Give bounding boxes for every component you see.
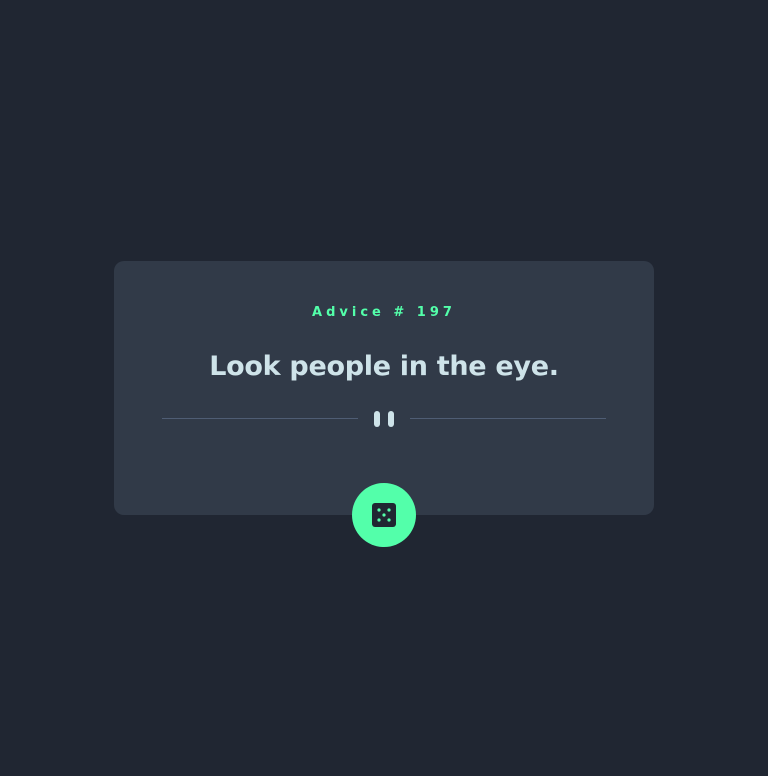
pause-divider-icon: [374, 411, 394, 427]
advice-id-label: Advice # 197: [312, 305, 456, 320]
pattern-divider: [162, 411, 606, 427]
pause-bar-right: [388, 411, 394, 427]
pause-bar-left: [374, 411, 380, 427]
divider-line-right: [410, 418, 606, 419]
dice-icon: [372, 503, 396, 527]
advice-card: Advice # 197 Look people in the eye.: [114, 261, 654, 515]
generate-advice-button[interactable]: [352, 483, 416, 547]
advice-quote: Look people in the eye.: [209, 351, 559, 382]
divider-line-left: [162, 418, 358, 419]
